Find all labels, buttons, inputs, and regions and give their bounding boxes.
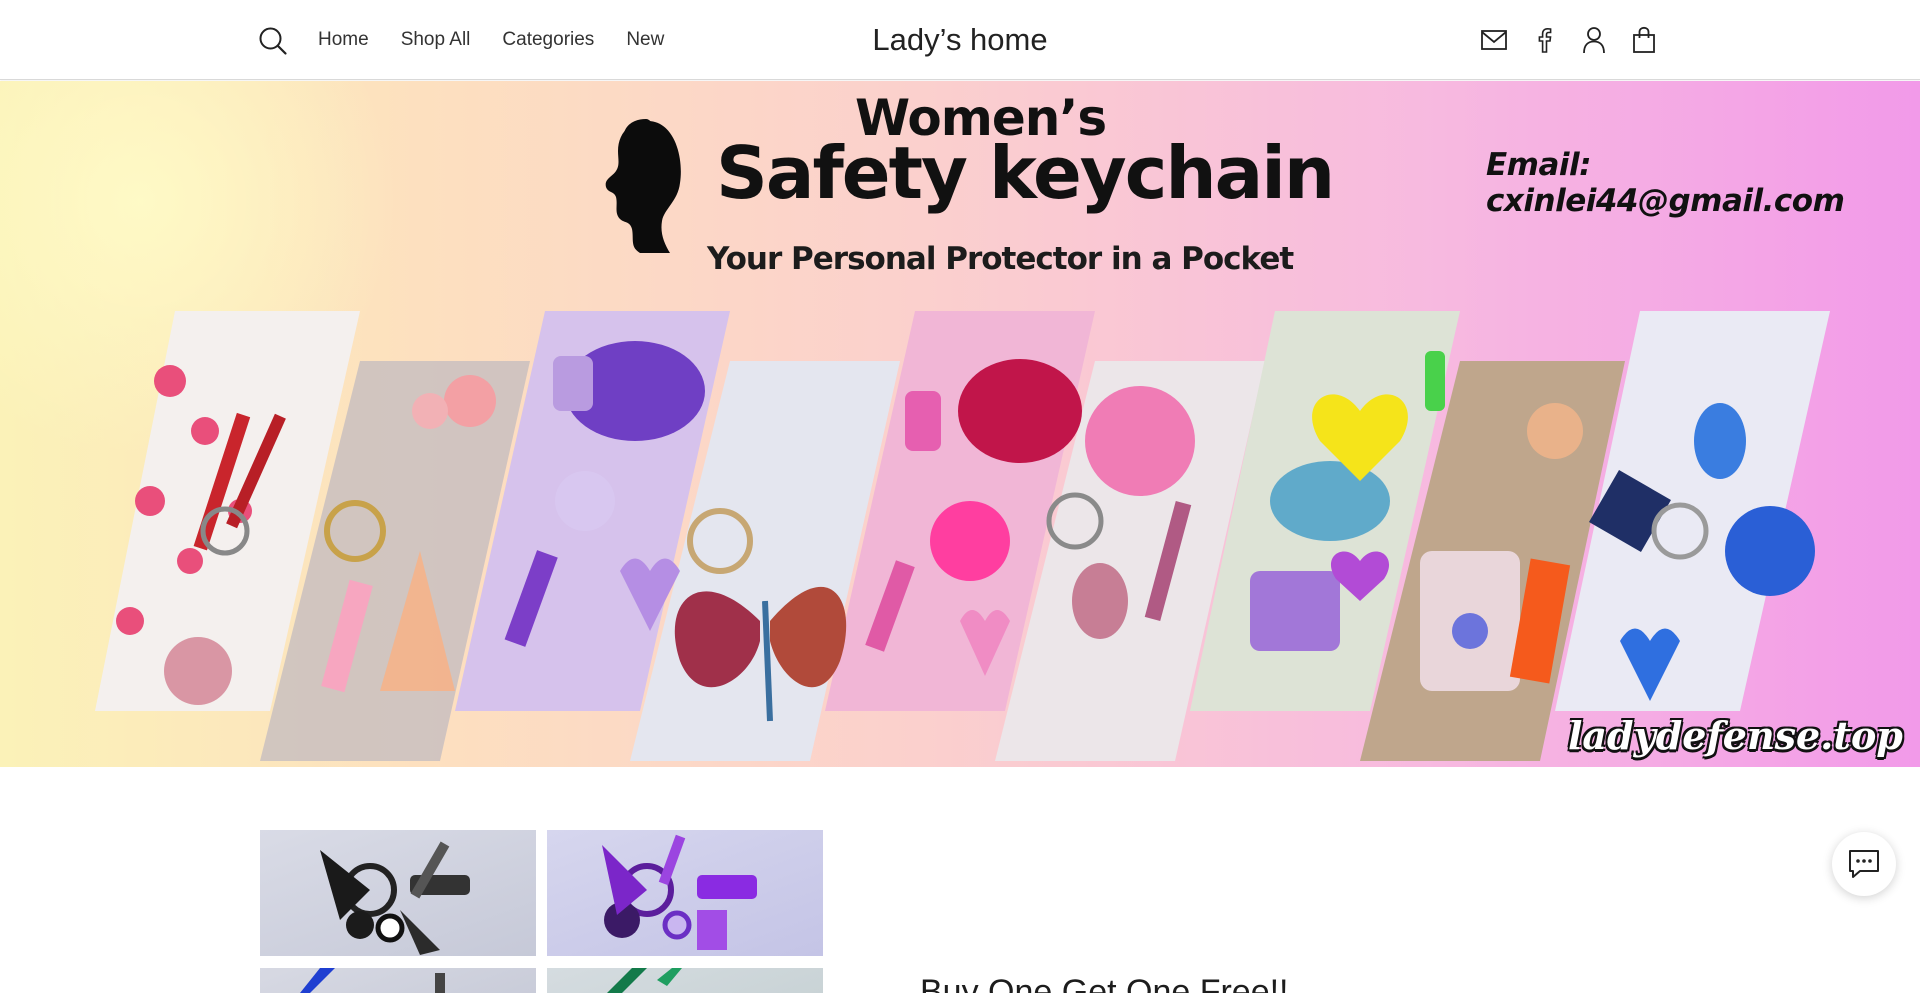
- chat-button[interactable]: [1832, 832, 1896, 896]
- main-nav: Home Shop All Categories New: [318, 28, 696, 52]
- hero-title-line2: Safety keychain: [716, 131, 1335, 215]
- nav-shop-all[interactable]: Shop All: [401, 28, 471, 52]
- store-logo[interactable]: Lady’s home: [872, 22, 1047, 57]
- site-header: Home Shop All Categories New Lady’s home: [0, 0, 1920, 80]
- nav-new[interactable]: New: [626, 28, 664, 52]
- facebook-icon[interactable]: [1528, 24, 1560, 56]
- product-thumbnail-purple[interactable]: [547, 830, 823, 956]
- hero-email: Email: cxinlei44@gmail.com: [1486, 147, 1845, 219]
- product-thumbnail-green[interactable]: [547, 968, 823, 993]
- header-icons: [1478, 24, 1678, 56]
- search-icon[interactable]: [258, 26, 288, 56]
- product-thumbnail-black[interactable]: [260, 830, 536, 956]
- account-icon[interactable]: [1578, 24, 1610, 56]
- cart-icon[interactable]: [1628, 24, 1660, 56]
- woman-silhouette-icon: [605, 119, 681, 253]
- hero-site-url: ladydefense.top: [1568, 713, 1903, 758]
- promo-title: Buy One Get One Free!!: [920, 973, 1289, 993]
- hero-subtitle: Your Personal Protector in a Pocket: [707, 241, 1294, 277]
- hero-banner[interactable]: Women’s Safety keychain Your Personal Pr…: [0, 81, 1920, 767]
- product-thumbnail-blue[interactable]: [260, 968, 536, 993]
- nav-categories[interactable]: Categories: [502, 28, 594, 52]
- nav-home[interactable]: Home: [318, 28, 369, 52]
- mail-icon[interactable]: [1478, 24, 1510, 56]
- chat-icon: [1849, 850, 1879, 878]
